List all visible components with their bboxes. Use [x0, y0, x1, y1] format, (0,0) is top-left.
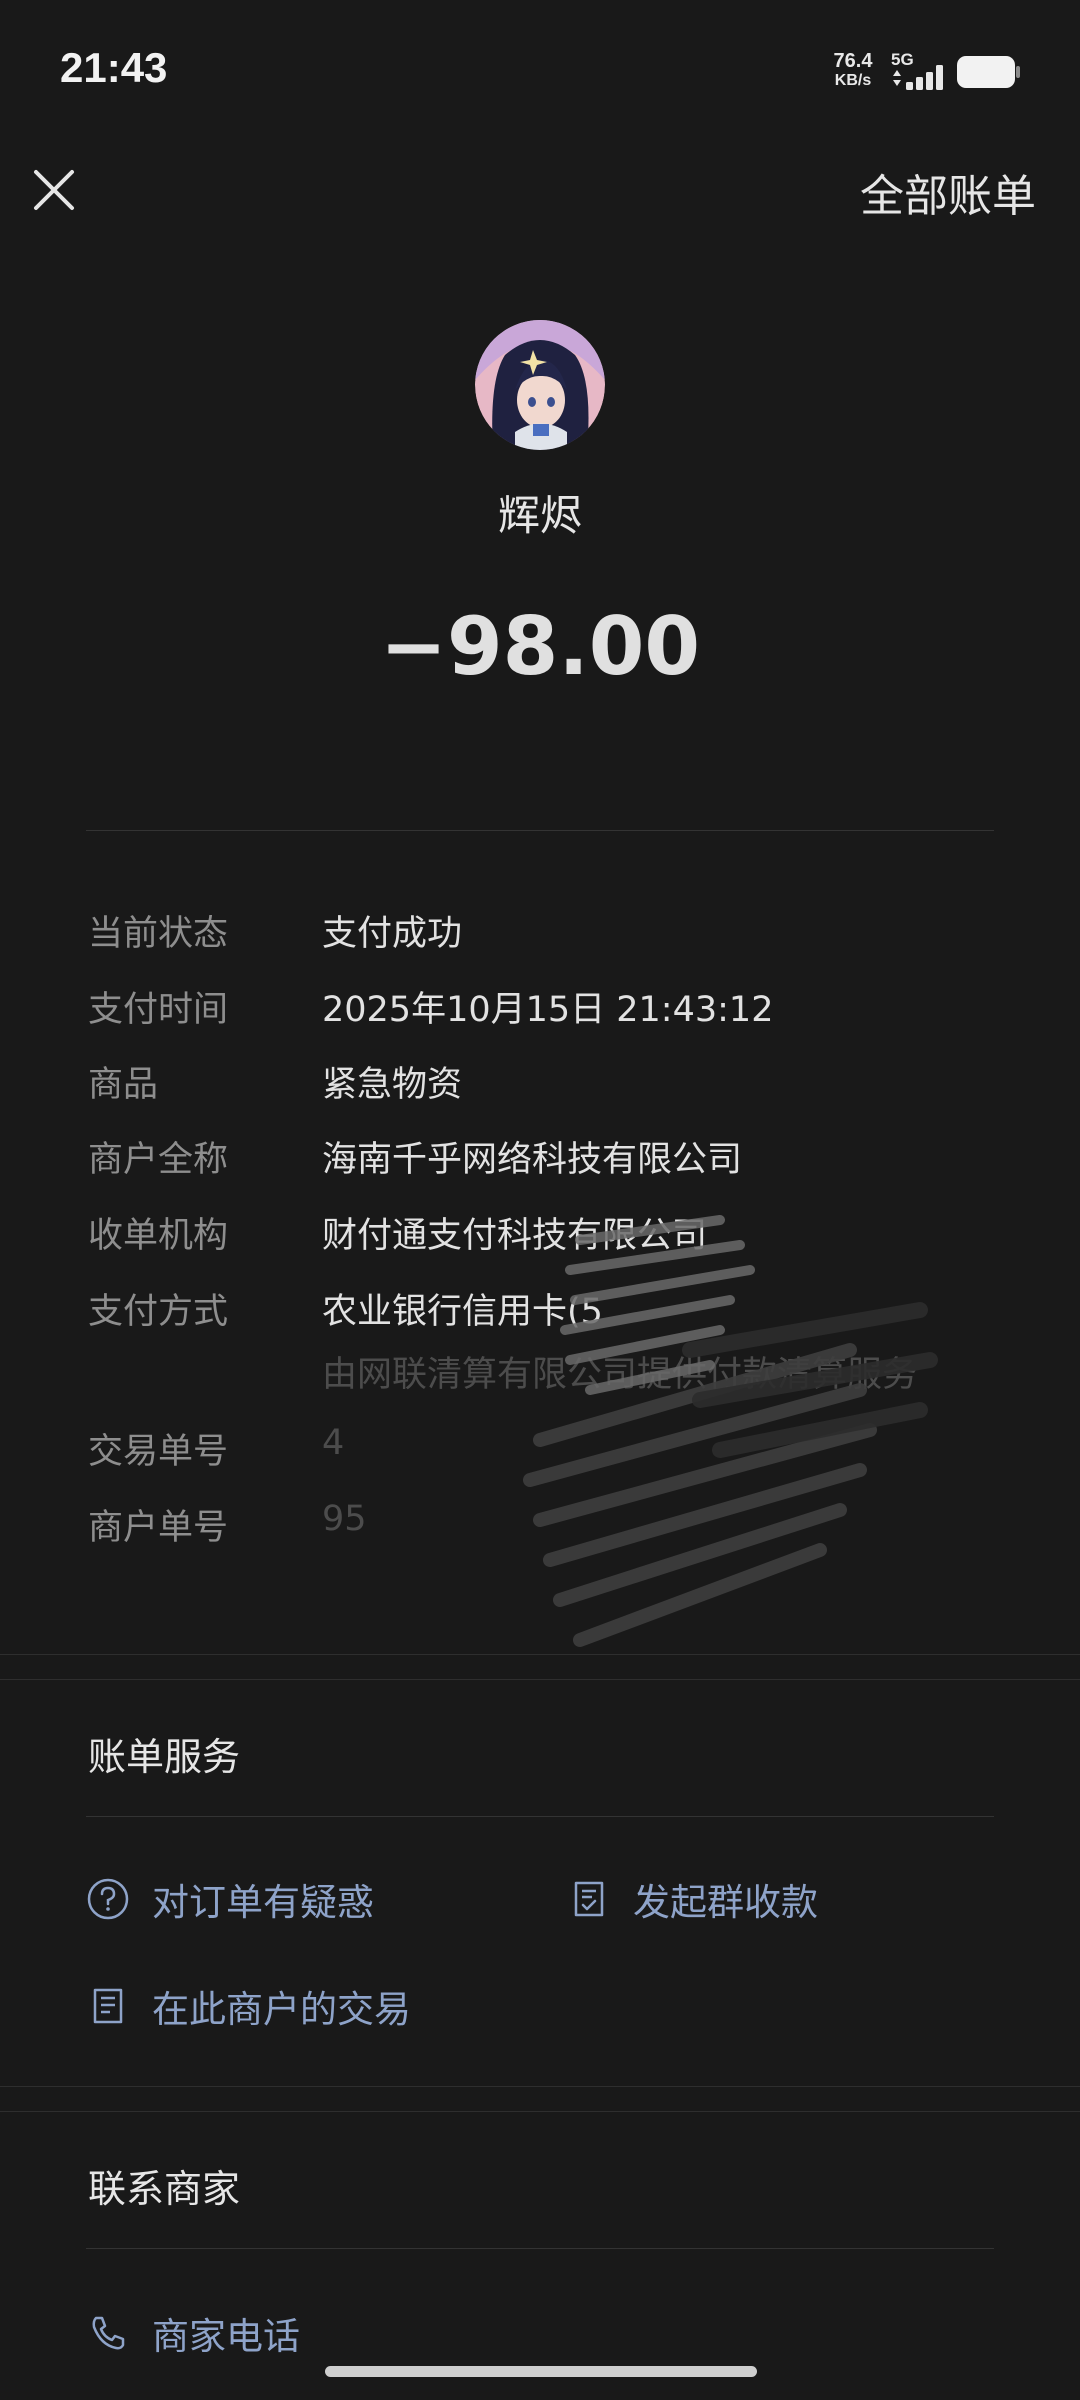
merchant-phone-button[interactable]: 商家电话 — [86, 2306, 300, 2360]
payment-amount: −98.00 — [379, 600, 701, 693]
goods-value: 紧急物资 — [322, 1065, 463, 1105]
pay-time-label: 支付时间 — [88, 990, 229, 1030]
contact-merchant-title: 联系商家 — [88, 2167, 241, 2211]
divider — [86, 2248, 994, 2249]
home-indicator[interactable] — [325, 2366, 757, 2377]
merchant-name: 辉烬 — [497, 491, 582, 540]
pay-time-value: 2025年10月15日 21:43:12 — [322, 990, 774, 1030]
goods-label: 商品 — [88, 1065, 159, 1105]
status-value: 支付成功 — [322, 914, 463, 954]
merchant-full-name-label: 商户全称 — [88, 1140, 229, 1180]
divider — [86, 830, 994, 831]
merchant-order-number-value[interactable]: 95 — [322, 1499, 367, 1539]
trade-number-label: 交易单号 — [88, 1432, 229, 1472]
merchant-order-number-label: 商户单号 — [88, 1508, 229, 1548]
trade-number-value[interactable]: 4 — [322, 1423, 344, 1463]
merchant-trades-label: 在此商户的交易 — [152, 1988, 411, 2031]
network-speed-value: 76.4 — [833, 50, 873, 72]
pay-method-label: 支付方式 — [88, 1292, 229, 1332]
redaction-overlay — [523, 1215, 938, 1647]
order-question-label: 对订单有疑惑 — [152, 1881, 374, 1924]
receipt-check-icon — [574, 1881, 604, 1917]
network-speed-unit: KB/s — [834, 72, 872, 89]
merchant-avatar[interactable] — [475, 320, 605, 450]
divider — [86, 1816, 994, 1817]
question-circle-icon — [87, 1878, 129, 1920]
merchant-phone-label: 商家电话 — [152, 2315, 300, 2358]
close-icon[interactable] — [26, 162, 82, 218]
phone-icon — [92, 2316, 125, 2350]
status-bar: 21:43 76.4 KB/s 5G — [0, 0, 1080, 140]
merchant-trades-button[interactable]: 在此商户的交易 — [86, 1979, 411, 2033]
document-list-icon — [93, 1988, 123, 2024]
signal-icon — [893, 65, 943, 90]
section-separator — [0, 2086, 1080, 2112]
section-separator — [0, 1654, 1080, 1680]
order-question-button[interactable]: 对订单有疑惑 — [86, 1872, 374, 1926]
acquirer-label: 收单机构 — [88, 1216, 229, 1256]
bill-service-title: 账单服务 — [88, 1735, 241, 1779]
all-bills-link[interactable]: 全部账单 — [860, 160, 1036, 224]
battery-icon — [957, 56, 1020, 88]
status-label: 当前状态 — [88, 914, 229, 954]
group-collect-label: 发起群收款 — [633, 1881, 818, 1924]
merchant-full-name-value: 海南千乎网络科技有限公司 — [322, 1140, 743, 1180]
network-speed: 76.4 KB/s — [828, 51, 878, 91]
status-time: 21:43 — [60, 44, 168, 91]
group-collect-button[interactable]: 发起群收款 — [567, 1872, 818, 1926]
